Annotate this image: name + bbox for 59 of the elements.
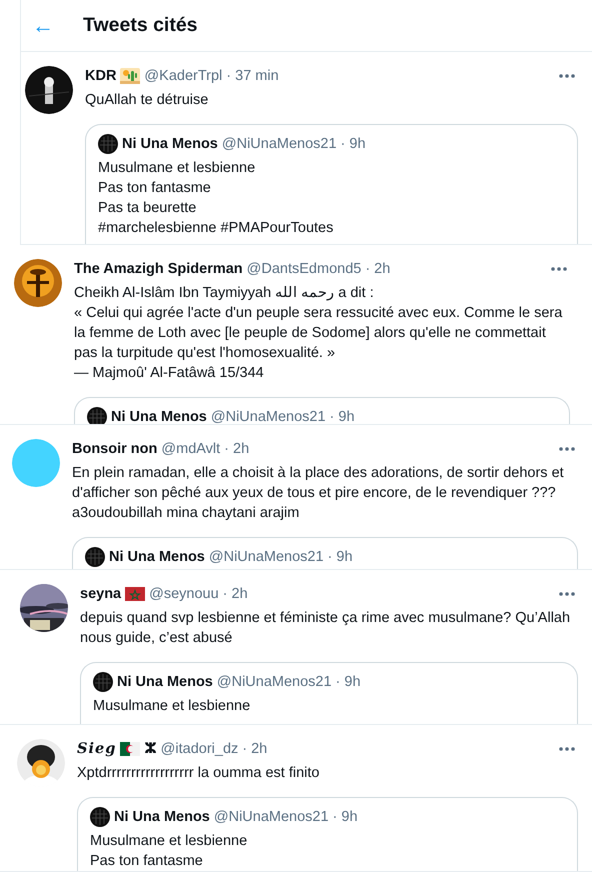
user-handle: @NiUnaMenos21: [208, 548, 324, 567]
quoted-text: Pas ta beurette: [98, 198, 198, 218]
tweet-text: Cheikh Al-Islâm Ibn Taymiyyah رحمه الله a dit :: [74, 284, 375, 303]
avatar: [87, 407, 107, 424]
quoted-tweet-card[interactable]: Ni Una Menos @NiUnaMenos21 · 9h Musulmane et lesbienne Pas ton fantasme: [77, 797, 578, 871]
tweet-time[interactable]: · 37 min: [226, 66, 279, 86]
tweet-text: — Majmoû' Al-Fatâwâ 15/344: [74, 364, 265, 383]
user-handle: @NiUnaMenos21: [210, 408, 326, 424]
user-name: Ni Una Menos: [114, 808, 210, 827]
tweet-text: « Celui qui agrée l'acte d'un peuple sera ressucité avec eux. Comme le sera la femme de Loth avec [le peuple de Sodome] alors qu'elle ne commettait pas la turpitude qu'est l'homosexualité. »: [74, 304, 564, 363]
back-button[interactable]: ←: [25, 14, 61, 36]
avatar: [90, 807, 110, 827]
quoted-text: Musulmane et lesbienne: [93, 696, 252, 716]
tweet-time[interactable]: · 2h: [242, 739, 268, 759]
tweet-time: · 9h: [332, 808, 358, 827]
tweet-text: QuAllah te détruise: [85, 91, 210, 110]
user-handle[interactable]: @mdAvlt: [161, 439, 220, 459]
name-symbol: ⵣ: [144, 740, 157, 759]
user-name[interactable]: Bonsoir non: [72, 439, 158, 459]
quoted-text: Musulmane et lesbienne: [90, 832, 248, 851]
user-handle: @NiUnaMenos21: [216, 673, 332, 692]
user-name[interactable]: The Amazigh Spiderman: [74, 259, 243, 279]
user-name[interactable]: Sieg: [77, 739, 116, 759]
tweet-time: · 9h: [330, 408, 355, 424]
quoted-tweet-card[interactable]: Ni Una Menos @NiUnaMenos21 · 9h: [74, 397, 570, 424]
user-name: Ni Una Menos: [109, 548, 205, 567]
avatar: [93, 672, 113, 692]
quoted-text: #marchelesbienne #PMAPourToutes: [98, 218, 334, 238]
user-name[interactable]: KDR: [85, 66, 116, 86]
tweet-time: · 9h: [340, 135, 366, 154]
quoted-text: Musulmane et lesbienne: [98, 158, 256, 178]
tweet-time: · 9h: [336, 673, 361, 692]
tweet-time: · 9h: [328, 548, 353, 567]
tweet-text: Xptdrrrrrrrrrrrrrrrrrr la oumma est finito: [77, 764, 320, 783]
quoted-text: Pas ton fantasme: [90, 852, 204, 871]
avatar: [98, 134, 118, 154]
tweet-time[interactable]: · 2h: [224, 439, 250, 459]
user-name: Ni Una Menos: [111, 408, 207, 424]
quoted-text: Pas ton fantasme: [98, 178, 212, 198]
page-title: Tweets cités: [83, 12, 198, 38]
tweet-text: depuis quand svp lesbienne et féministe ça rime avec musulmane? Qu’Allah nous guide, c’est abusé: [80, 609, 572, 648]
tweet-text: En plein ramadan, elle a choisit à la place des adorations, de sortir dehors et d'afficher son pêché aux yeux de tous et pire encore, de le revendiquer ???: [72, 464, 565, 503]
flag-icon: [120, 739, 140, 759]
user-handle: @NiUnaMenos21: [214, 808, 329, 827]
quoted-tweet-card[interactable]: Ni Una Menos @NiUnaMenos21 · 9h Musulmane et lesbienne Pas ton fantasme Pas ta beurette #marchelesbienne #PMAPourToutes: [85, 124, 578, 244]
user-handle[interactable]: @DantsEdmond5: [246, 259, 362, 279]
tweet-time[interactable]: · 2h: [365, 259, 390, 279]
user-handle[interactable]: @seynouu: [149, 584, 219, 604]
user-handle[interactable]: @itadori_dz: [160, 739, 238, 759]
tweet-time[interactable]: · 2h: [222, 584, 248, 604]
user-name[interactable]: seyna: [80, 584, 122, 604]
user-name: Ni Una Menos: [117, 673, 213, 692]
flag-icon: [125, 584, 146, 604]
tweet-text: a3oudoubillah mina chaytani arajim: [72, 504, 300, 523]
user-handle[interactable]: @KaderTrpl: [144, 66, 222, 86]
avatar: [85, 547, 105, 567]
user-name: Ni Una Menos: [122, 135, 218, 154]
user-handle: @NiUnaMenos21: [222, 135, 337, 154]
desert-icon: [120, 66, 140, 86]
